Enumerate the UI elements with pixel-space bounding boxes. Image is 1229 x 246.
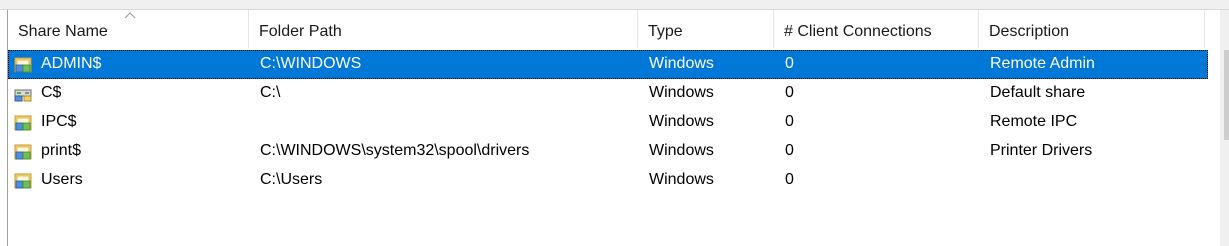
cell-type: Windows — [649, 142, 714, 159]
cell-client-connections: 0 — [785, 55, 794, 72]
column-header-label: # Client Connections — [784, 23, 932, 40]
cell-client-connections: 0 — [785, 171, 794, 188]
cell-folder-path: C:\ — [260, 84, 281, 101]
column-header-label: Type — [648, 23, 683, 40]
cell-share-name: ADMIN$ — [41, 55, 102, 72]
column-header-label: Description — [989, 23, 1070, 40]
shared-folder-icon — [14, 143, 32, 160]
cell-description: Remote Admin — [990, 55, 1095, 72]
cell-share-name: Users — [41, 171, 83, 188]
cell-type: Windows — [649, 171, 714, 188]
shares-window: Share Name Folder Path Type # Client Con… — [0, 0, 1229, 246]
shared-drive-icon — [14, 85, 32, 102]
column-header-type[interactable]: Type — [638, 10, 774, 48]
sort-ascending-icon — [124, 12, 136, 19]
column-header-client-connections[interactable]: # Client Connections — [774, 10, 979, 48]
cell-share-name: IPC$ — [41, 113, 77, 130]
table-row[interactable]: Users C:\Users Windows 0 — [8, 166, 1208, 195]
cell-type: Windows — [649, 84, 714, 101]
table-row[interactable]: ADMIN$ C:\WINDOWS Windows 0 Remote Admin — [8, 50, 1208, 79]
column-header-label: Folder Path — [259, 23, 342, 40]
table-row[interactable]: C$ C:\ Windows 0 Default share — [8, 79, 1208, 108]
cell-description: Printer Drivers — [990, 142, 1093, 159]
cell-description: Default share — [990, 84, 1086, 101]
shared-folder-icon — [14, 56, 32, 73]
shared-folder-icon — [14, 114, 32, 131]
top-border — [0, 0, 1229, 10]
table-row[interactable]: print$ C:\WINDOWS\system32\spool\drivers W… — [8, 137, 1208, 166]
shares-list-view[interactable]: Share Name Folder Path Type # Client Con… — [8, 10, 1220, 246]
cell-folder-path: C:\WINDOWS — [260, 55, 362, 72]
column-header-share-name[interactable]: Share Name — [8, 10, 249, 48]
shared-folder-icon — [14, 172, 32, 189]
cell-type: Windows — [649, 55, 714, 72]
column-header-label: Share Name — [18, 23, 108, 40]
cell-client-connections: 0 — [785, 84, 794, 101]
cell-share-name: C$ — [41, 84, 62, 101]
cell-folder-path: C:\Users — [260, 171, 323, 188]
column-header-bar: Share Name Folder Path Type # Client Con… — [8, 10, 1220, 48]
scrollbar-thumb[interactable] — [1224, 50, 1229, 140]
cell-client-connections: 0 — [785, 113, 794, 130]
cell-folder-path: C:\WINDOWS\system32\spool\drivers — [260, 142, 530, 159]
cell-type: Windows — [649, 113, 714, 130]
column-header-folder-path[interactable]: Folder Path — [249, 10, 638, 48]
column-header-description[interactable]: Description — [979, 10, 1205, 48]
cell-client-connections: 0 — [785, 142, 794, 159]
table-row[interactable]: IPC$ Windows 0 Remote IPC — [8, 108, 1208, 137]
cell-share-name: print$ — [41, 142, 82, 159]
cell-description: Remote IPC — [990, 113, 1078, 130]
